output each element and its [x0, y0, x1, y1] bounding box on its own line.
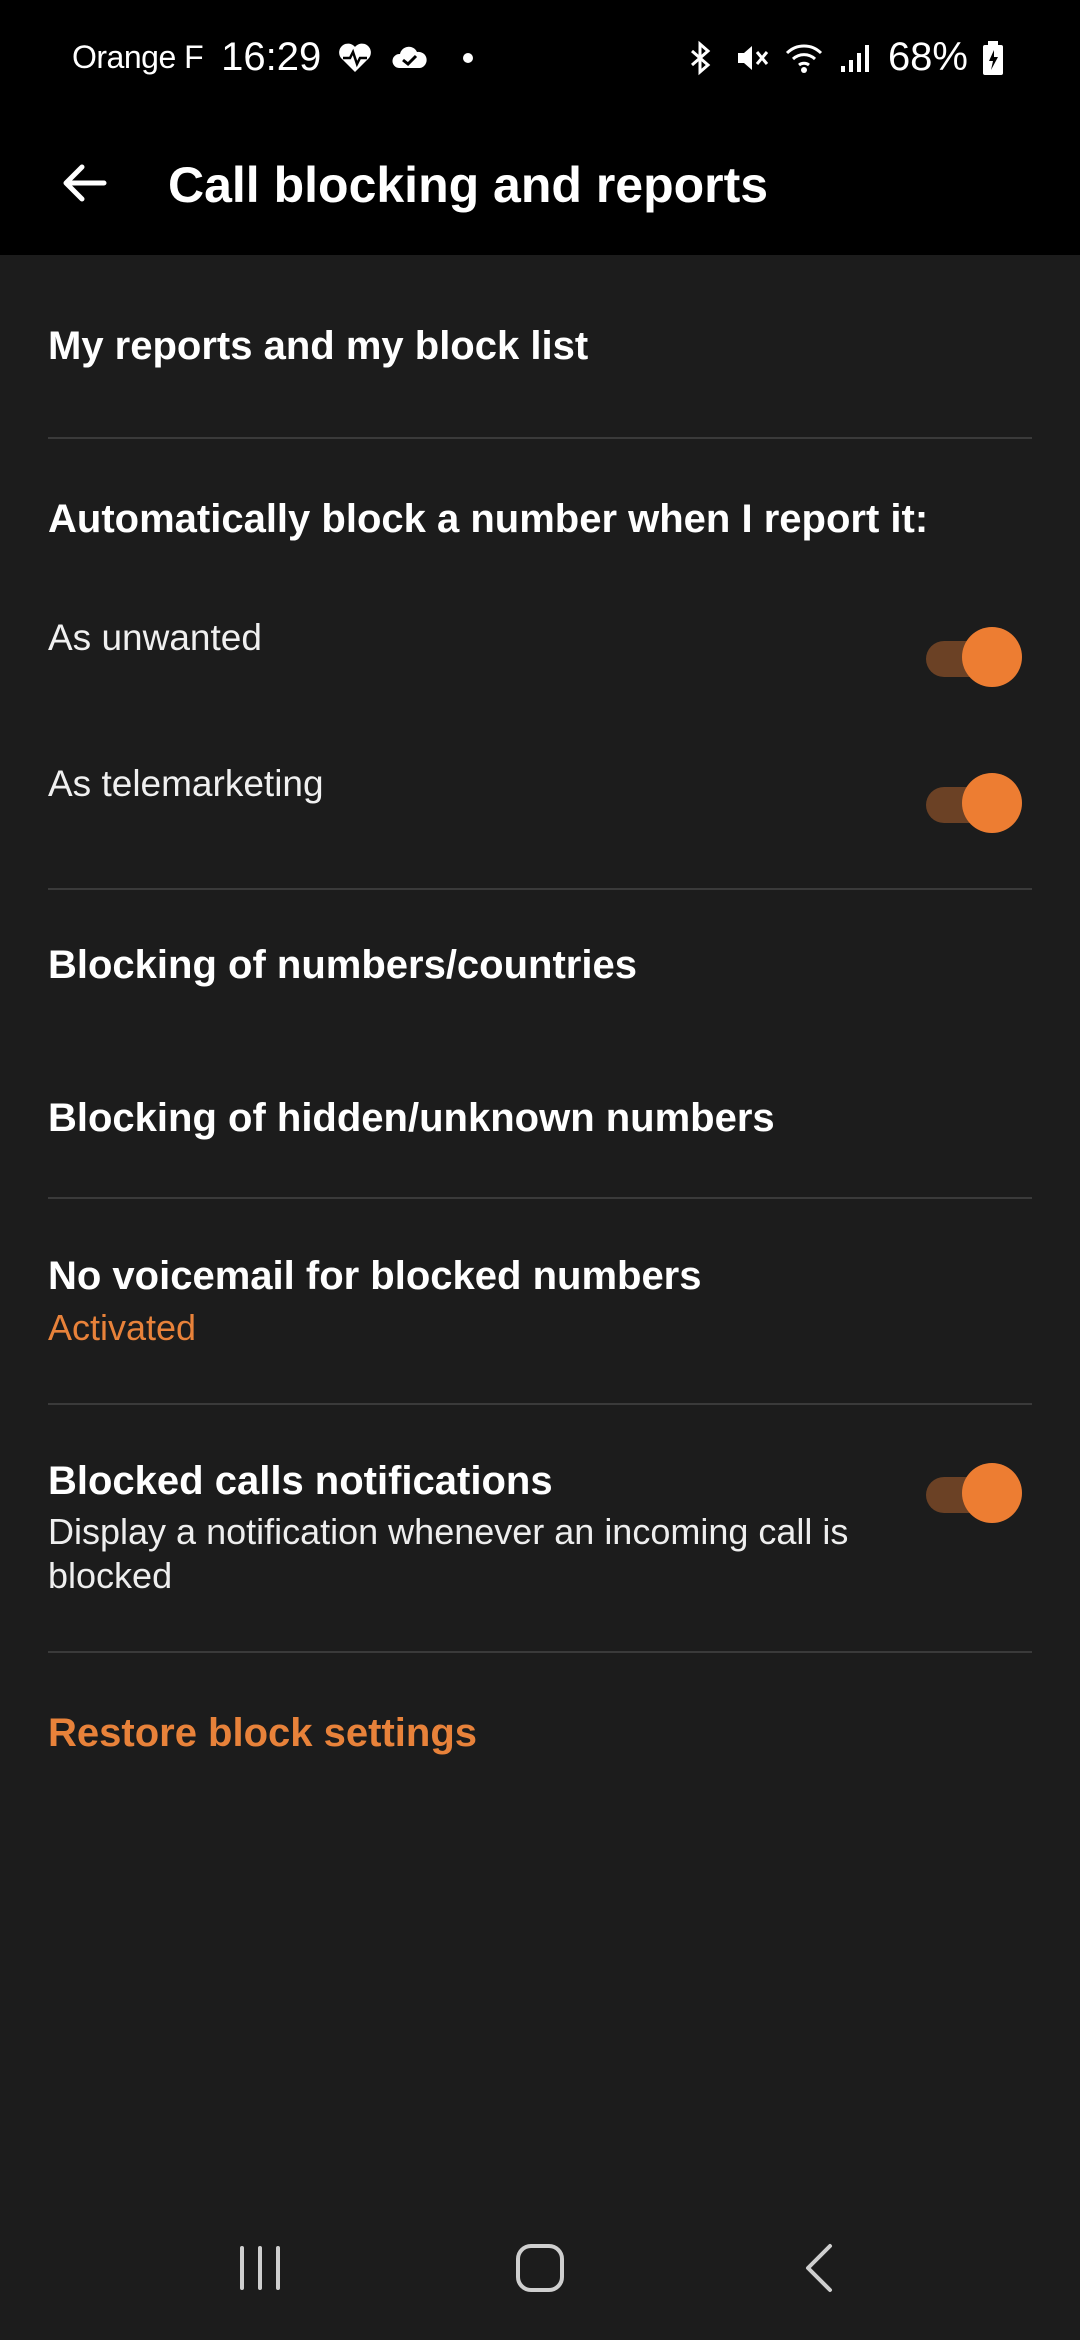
signal-icon: [836, 38, 876, 78]
toggle-thumb: [962, 627, 1022, 687]
auto-block-heading: Automatically block a number when I repo…: [0, 439, 1080, 599]
as-unwanted-toggle[interactable]: [922, 627, 1022, 687]
notifications-item[interactable]: Blocked calls notifications Display a no…: [0, 1405, 1080, 1651]
blocking-hidden-item[interactable]: Blocking of hidden/unknown numbers: [0, 1040, 1080, 1197]
bluetooth-icon: [680, 38, 720, 78]
back-button[interactable]: [24, 125, 144, 245]
notifications-toggle[interactable]: [922, 1463, 1022, 1523]
battery-icon: [980, 38, 1020, 78]
home-icon: [510, 2238, 570, 2303]
as-unwanted-label: As unwanted: [48, 617, 262, 658]
restore-settings-label: Restore block settings: [48, 1710, 478, 1755]
blocking-countries-label: Blocking of numbers/countries: [48, 942, 637, 987]
no-voicemail-status: Activated: [48, 1306, 197, 1348]
nav-back-button[interactable]: [760, 2220, 880, 2320]
status-bar: Orange F 16:29 68%: [0, 0, 1080, 115]
my-reports-label: My reports and my block list: [48, 323, 589, 368]
arrow-left-icon: [58, 157, 110, 214]
restore-settings-item[interactable]: Restore block settings: [0, 1653, 1080, 1813]
system-nav-bar: [0, 2200, 1080, 2340]
as-telemarketing-label: As telemarketing: [48, 763, 324, 804]
notifications-label: Blocked calls notifications: [48, 1458, 553, 1503]
heart-monitor-icon: [335, 38, 375, 78]
page-title: Call blocking and reports: [168, 157, 769, 213]
cloud-check-icon: [389, 38, 429, 78]
settings-list: My reports and my block list Automatical…: [0, 255, 1080, 1813]
as-telemarketing-toggle[interactable]: [922, 773, 1022, 833]
no-voicemail-label: No voicemail for blocked numbers: [48, 1253, 702, 1298]
blocking-hidden-label: Blocking of hidden/unknown numbers: [48, 1096, 775, 1140]
as-unwanted-item[interactable]: As unwanted: [0, 599, 1080, 739]
carrier-name: Orange F: [72, 39, 204, 75]
status-time: 16:29: [221, 35, 322, 79]
auto-block-heading-label: Automatically block a number when I repo…: [48, 496, 929, 541]
mute-icon: [732, 38, 772, 78]
home-button[interactable]: [480, 2220, 600, 2320]
back-icon: [790, 2238, 850, 2303]
recents-icon: [230, 2238, 290, 2303]
battery-percent: 68%: [887, 35, 968, 79]
toggle-thumb: [962, 1463, 1022, 1523]
my-reports-item[interactable]: My reports and my block list: [0, 255, 1080, 437]
notifications-description: Display a notification whenever an incom…: [48, 1510, 849, 1596]
recents-button[interactable]: [200, 2220, 320, 2320]
notification-dot-icon: [463, 52, 474, 63]
no-voicemail-item[interactable]: No voicemail for blocked numbers Activat…: [0, 1199, 1080, 1403]
as-telemarketing-item[interactable]: As telemarketing: [0, 739, 1080, 888]
app-bar: Call blocking and reports: [0, 115, 1080, 255]
blocking-countries-item[interactable]: Blocking of numbers/countries: [0, 890, 1080, 1040]
toggle-thumb: [962, 773, 1022, 833]
wifi-icon: [784, 38, 824, 78]
